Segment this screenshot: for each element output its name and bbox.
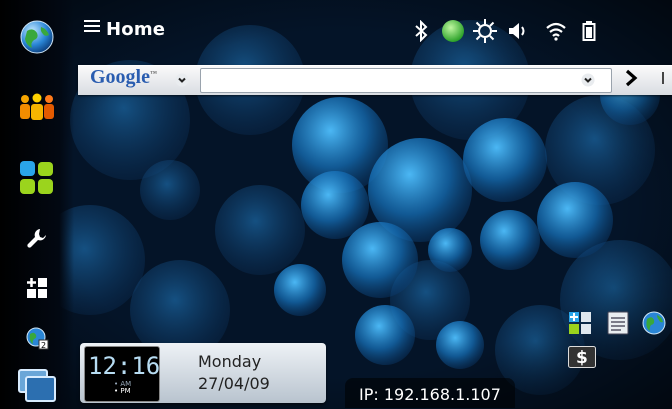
search-engine-name: Google <box>90 66 150 88</box>
volume-icon[interactable] <box>506 19 530 43</box>
browser-globe-icon <box>20 20 54 54</box>
globe-icon[interactable] <box>642 311 666 335</box>
clock-time: 12:16 <box>88 352 161 380</box>
clock-day: Monday <box>198 352 262 371</box>
menu-icon[interactable] <box>84 20 100 34</box>
document-icon[interactable] <box>607 311 631 335</box>
applications-icon <box>20 161 53 194</box>
sidebar-item-add-widget[interactable] <box>14 268 60 308</box>
searchbar-divider <box>662 72 664 84</box>
sidebar-item-settings[interactable] <box>14 218 60 258</box>
clock-pm: • PM <box>114 387 131 395</box>
settings-wrench-icon <box>27 229 46 248</box>
contacts-icon <box>20 93 54 120</box>
url-input[interactable] <box>200 68 612 93</box>
go-arrow-icon[interactable] <box>621 68 641 88</box>
svg-text:$: $ <box>576 348 588 368</box>
app-grid-icon[interactable] <box>568 311 592 335</box>
search-engine-mark: ™ <box>150 69 157 78</box>
clock-date: 27/04/09 <box>198 374 270 393</box>
sidebar-item-globe-bookmark[interactable]: 2 <box>14 318 60 358</box>
ip-address-label: IP: 192.168.1.107 <box>359 385 501 404</box>
url-history-chevron-icon[interactable] <box>581 72 595 87</box>
clock-ampm: • AM • PM <box>114 381 131 395</box>
add-widget-icon <box>27 278 47 298</box>
globe-bookmark-icon: 2 <box>26 327 49 350</box>
page-title[interactable]: Home <box>106 19 165 40</box>
sidebar: 2 <box>0 0 74 409</box>
sidebar-item-task-switcher[interactable] <box>14 364 60 404</box>
sidebar-item-browser[interactable] <box>14 17 60 57</box>
task-switcher-icon <box>18 369 56 402</box>
sidebar-item-applications[interactable] <box>14 158 60 198</box>
brightness-icon[interactable] <box>472 19 498 43</box>
sidebar-item-contacts[interactable] <box>14 87 60 127</box>
battery-icon[interactable] <box>580 19 598 43</box>
svg-text:2: 2 <box>41 341 46 350</box>
search-engine-selector[interactable]: Google™ <box>90 66 157 89</box>
wifi-icon[interactable] <box>544 19 568 43</box>
currency-converter-icon[interactable]: $ <box>568 346 596 370</box>
bluetooth-icon[interactable] <box>410 19 432 43</box>
presence-online-icon[interactable] <box>440 19 466 43</box>
chevron-down-icon[interactable] <box>175 72 189 87</box>
